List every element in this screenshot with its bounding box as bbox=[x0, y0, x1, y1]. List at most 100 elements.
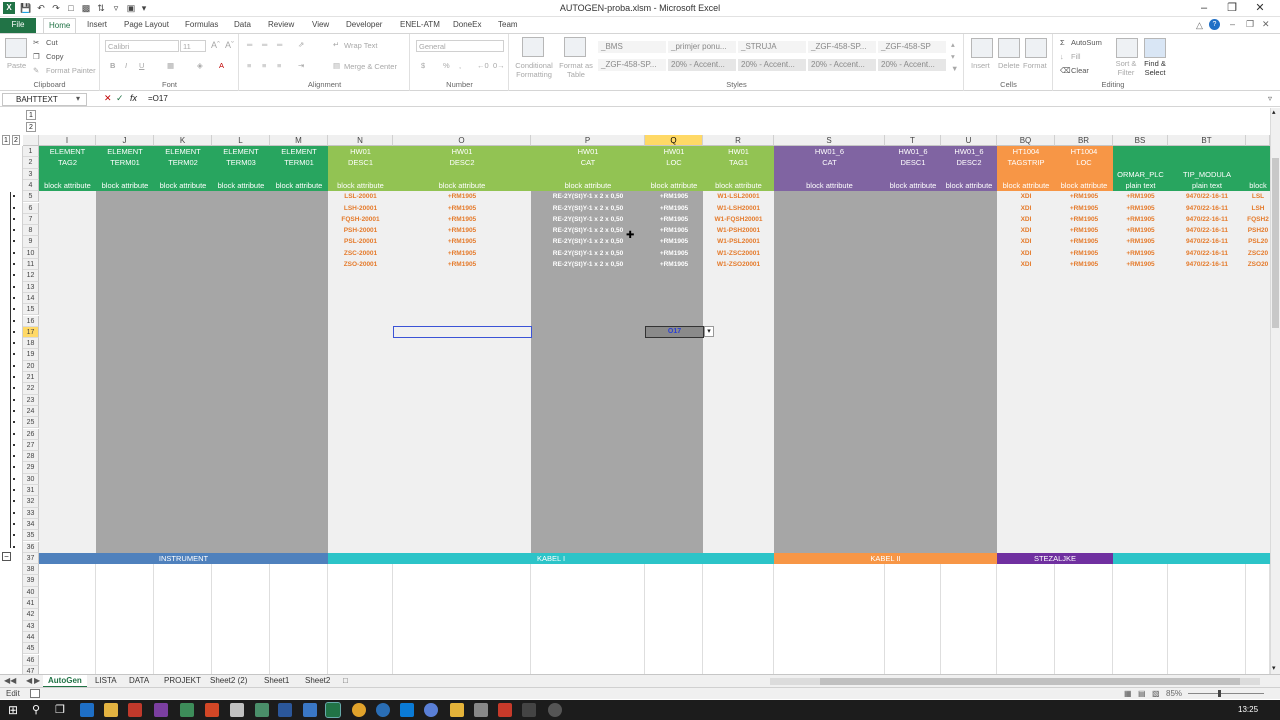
tab-data[interactable]: Data bbox=[229, 18, 256, 33]
row-header-35[interactable]: 35 bbox=[23, 530, 39, 542]
style-item[interactable]: _ZGF-458-SP... bbox=[808, 41, 876, 53]
data-cell-br-5[interactable]: +RM1905 bbox=[1055, 191, 1113, 202]
horizontal-scroll-thumb[interactable] bbox=[820, 678, 1240, 685]
data-cell-bu-9[interactable]: PSL20 bbox=[1246, 236, 1270, 247]
data-cell-bq-11[interactable]: XDI bbox=[997, 259, 1055, 270]
data-cell-o-6[interactable]: +RM1905 bbox=[393, 203, 531, 214]
header-cell-r-1[interactable]: HW01 bbox=[703, 146, 774, 157]
data-cell-bt-5[interactable]: 9470/22-16-11 bbox=[1168, 191, 1246, 202]
column-header-bq[interactable]: BQ bbox=[997, 135, 1055, 146]
data-cell-bt-8[interactable]: 9470/22-16-11 bbox=[1168, 225, 1246, 236]
cut-button[interactable]: Cut bbox=[46, 38, 58, 47]
column-header-i[interactable]: I bbox=[39, 135, 96, 146]
app-icon[interactable] bbox=[180, 703, 194, 717]
style-item[interactable]: _BMS bbox=[598, 41, 666, 53]
data-cell-bt-7[interactable]: 9470/22-16-11 bbox=[1168, 214, 1246, 225]
row-header-9[interactable]: 9 bbox=[23, 236, 39, 248]
data-cell-bu-5[interactable]: LSL bbox=[1246, 191, 1270, 202]
tab-developer[interactable]: Developer bbox=[341, 18, 387, 33]
header-cell-p-2[interactable]: CAT bbox=[531, 157, 645, 168]
row-header-22[interactable]: 22 bbox=[23, 383, 39, 395]
tab-doneex[interactable]: DoneEx bbox=[448, 18, 486, 33]
column-header-u[interactable]: U bbox=[941, 135, 997, 146]
first-sheet-icon[interactable]: ◀◀ bbox=[4, 676, 16, 685]
copy-button[interactable]: Copy bbox=[46, 52, 64, 61]
gallery-more-icon[interactable]: ▼ bbox=[951, 64, 958, 73]
app-icon[interactable] bbox=[548, 703, 562, 717]
header-cell-n-1[interactable]: HW01 bbox=[328, 146, 393, 157]
word-icon[interactable] bbox=[278, 703, 292, 717]
row-header-19[interactable]: 19 bbox=[23, 349, 39, 361]
style-item[interactable]: _ZGF-458-SP bbox=[878, 41, 946, 53]
horizontal-scrollbar[interactable] bbox=[770, 678, 1260, 685]
header-cell-t-2[interactable]: DESC1 bbox=[885, 157, 941, 168]
row-header-31[interactable]: 31 bbox=[23, 485, 39, 497]
format-cells-icon[interactable] bbox=[1025, 38, 1047, 58]
header-cell-u-4[interactable]: block attribute bbox=[941, 180, 997, 191]
data-cell-bu-7[interactable]: FQSH2 bbox=[1246, 214, 1270, 225]
header-cell-m-4[interactable]: block attribute bbox=[270, 180, 328, 191]
header-cell-q-4[interactable]: block attribute bbox=[645, 180, 703, 191]
increase-decimal-icon[interactable]: ←0 bbox=[477, 61, 489, 70]
macro-record-icon[interactable] bbox=[30, 689, 40, 698]
gallery-scroll-down-icon[interactable]: ▾ bbox=[951, 52, 955, 61]
merge-icon[interactable]: ▤ bbox=[333, 61, 340, 70]
row-header-37[interactable]: 37 bbox=[23, 552, 39, 565]
row-header-39[interactable]: 39 bbox=[23, 575, 39, 587]
chrome-icon[interactable] bbox=[352, 703, 366, 717]
header-cell-s-2[interactable]: CAT bbox=[774, 157, 885, 168]
data-cell-q-5[interactable]: +RM1905 bbox=[645, 191, 703, 202]
minimize-ribbon-icon[interactable]: △ bbox=[1196, 20, 1203, 31]
data-cell-n-11[interactable]: ZSO-20001 bbox=[328, 259, 393, 270]
windows-start-icon[interactable]: ⊞ bbox=[8, 704, 18, 716]
cell-selection-O17[interactable] bbox=[393, 326, 532, 338]
app-icon[interactable] bbox=[522, 703, 536, 717]
row-header-34[interactable]: 34 bbox=[23, 518, 39, 531]
sort-filter-icon[interactable] bbox=[1116, 38, 1138, 58]
tab-review[interactable]: Review bbox=[263, 18, 299, 33]
app-icon[interactable] bbox=[303, 703, 317, 717]
pdf-icon[interactable] bbox=[498, 703, 512, 717]
row-header-42[interactable]: 42 bbox=[23, 609, 39, 621]
data-cell-o-5[interactable]: +RM1905 bbox=[393, 191, 531, 202]
excel-taskbar-icon[interactable] bbox=[325, 702, 341, 718]
data-cell-bq-7[interactable]: XDI bbox=[997, 214, 1055, 225]
clear-icon[interactable]: ⌫ bbox=[1060, 66, 1071, 75]
page-layout-view-icon[interactable]: ▤ bbox=[1138, 689, 1146, 698]
data-cell-r-5[interactable]: W1-LSL20001 bbox=[703, 191, 774, 202]
header-cell-o-2[interactable]: DESC2 bbox=[393, 157, 531, 168]
row-header-17[interactable]: 17 bbox=[23, 326, 39, 339]
data-cell-bu-11[interactable]: ZSO20 bbox=[1246, 259, 1270, 270]
header-cell-bq-2[interactable]: TAGSTRIP bbox=[997, 157, 1055, 168]
data-cell-p-11[interactable]: RE-2Y(St)Y-1 x 2 x 0,50 bbox=[531, 259, 645, 270]
fill-button[interactable]: Fill bbox=[1071, 52, 1081, 61]
tab-home[interactable]: Home bbox=[43, 18, 77, 33]
style-item[interactable]: 20% - Accent... bbox=[878, 59, 946, 71]
header-cell-k-4[interactable]: block attribute bbox=[154, 180, 212, 191]
cut-icon[interactable]: ✂ bbox=[33, 38, 39, 47]
data-cell-o-10[interactable]: +RM1905 bbox=[393, 248, 531, 259]
data-cell-bs-10[interactable]: +RM1905 bbox=[1113, 248, 1168, 259]
insert-cells-icon[interactable] bbox=[971, 38, 993, 58]
column-header-p[interactable]: P bbox=[531, 135, 645, 146]
tab-formulas[interactable]: Formulas bbox=[180, 18, 223, 33]
app-icon[interactable] bbox=[230, 703, 244, 717]
active-cell-Q17[interactable]: O17 bbox=[645, 326, 704, 338]
header-cell-m-2[interactable]: TERM01 bbox=[270, 157, 328, 168]
vertical-scrollbar[interactable]: ▴ ▾ bbox=[1270, 108, 1280, 674]
format-cells-button[interactable]: Format bbox=[1023, 61, 1047, 70]
app-icon[interactable] bbox=[128, 703, 142, 717]
data-cell-br-10[interactable]: +RM1905 bbox=[1055, 248, 1113, 259]
scroll-up-icon[interactable]: ▴ bbox=[1272, 108, 1276, 116]
insert-function-icon[interactable]: fx bbox=[130, 93, 137, 103]
align-left-icon[interactable]: ≡ bbox=[247, 61, 251, 70]
header-cell-q-2[interactable]: LOC bbox=[645, 157, 703, 168]
align-middle-icon[interactable]: ═ bbox=[262, 40, 267, 49]
app-icon[interactable] bbox=[205, 703, 219, 717]
header-cell-s-4[interactable]: block attribute bbox=[774, 180, 885, 191]
row-header-27[interactable]: 27 bbox=[23, 439, 39, 452]
data-cell-bq-6[interactable]: XDI bbox=[997, 203, 1055, 214]
tab-team[interactable]: Team bbox=[493, 18, 523, 33]
data-cell-n-10[interactable]: ZSC-20001 bbox=[328, 248, 393, 259]
header-cell-k-1[interactable]: ELEMENT bbox=[154, 146, 212, 157]
